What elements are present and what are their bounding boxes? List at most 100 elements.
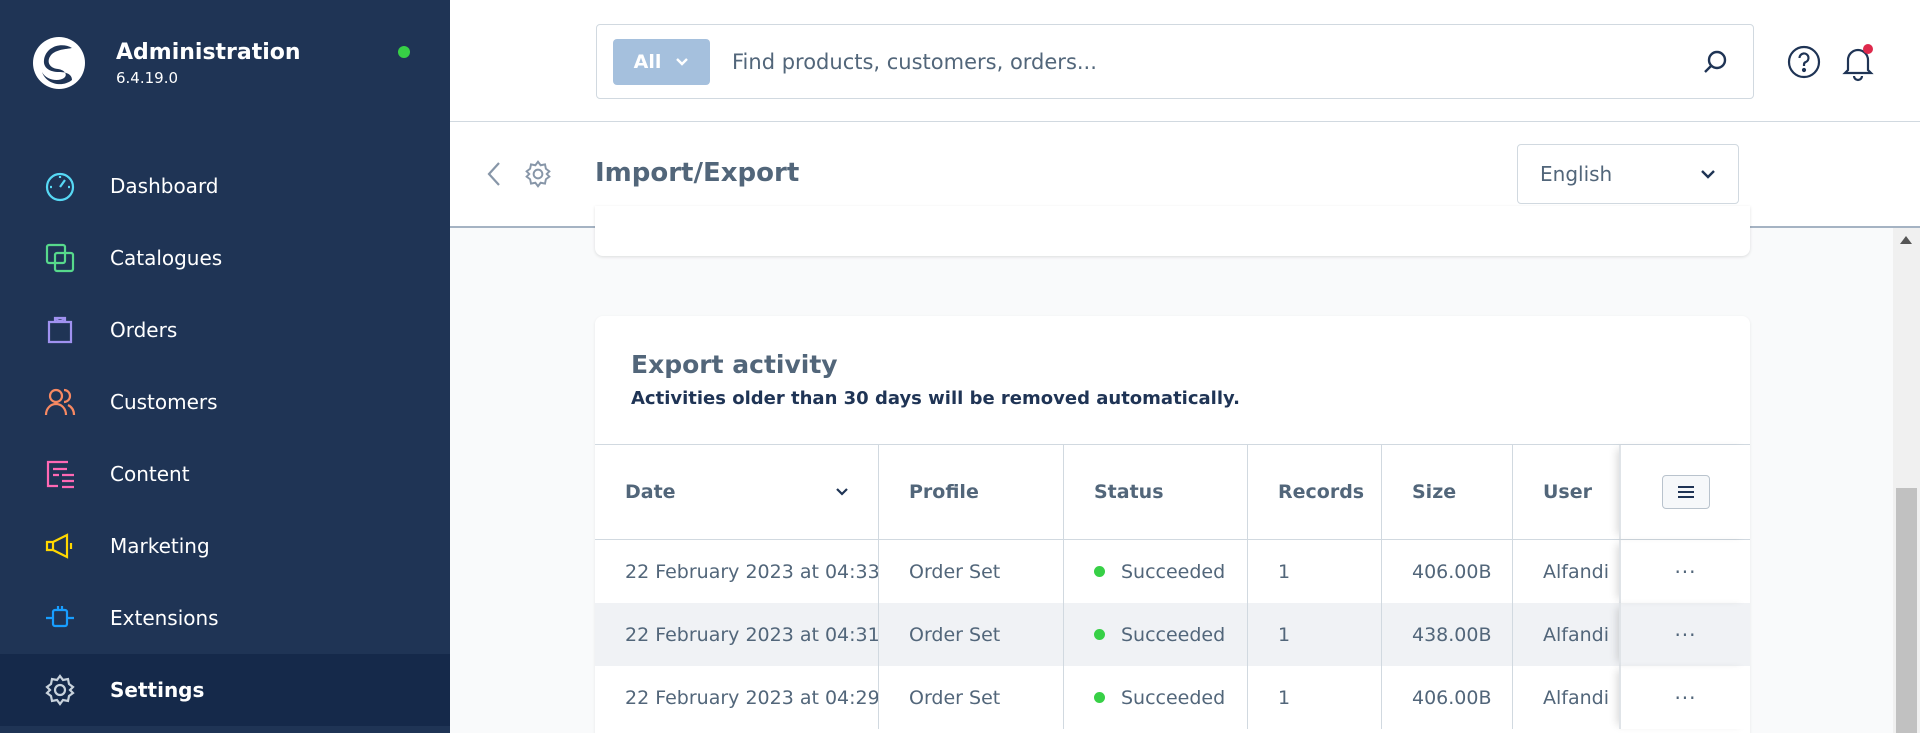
help-button[interactable] <box>1786 44 1822 80</box>
grid-settings-cell <box>1619 445 1750 539</box>
language-value: English <box>1540 162 1613 186</box>
page-title: Import/Export <box>595 158 800 188</box>
sidebar-item-dashboard[interactable]: Dashboard <box>0 150 450 222</box>
table-row[interactable]: 22 February 2023 at 04:31 Order Set Succ… <box>595 603 1750 666</box>
more-actions-icon: ··· <box>1674 622 1697 647</box>
help-icon <box>1787 45 1821 79</box>
cell-date: 22 February 2023 at 04:33 <box>595 540 879 603</box>
sidebar-item-settings[interactable]: Settings <box>0 654 450 726</box>
grid-settings-button[interactable] <box>1661 475 1710 509</box>
sidebar-item-label: Orders <box>110 318 178 342</box>
chevron-down-icon <box>1701 170 1715 179</box>
column-header-status[interactable]: Status <box>1064 445 1248 539</box>
sidebar-item-content[interactable]: Content <box>0 438 450 510</box>
back-button[interactable] <box>482 158 506 190</box>
card-subtitle: Activities older than 30 days will be re… <box>631 388 1240 409</box>
sidebar-item-catalogues[interactable]: Catalogues <box>0 222 450 294</box>
marketing-icon <box>42 528 78 564</box>
cell-user: Alfandi <box>1543 560 1609 583</box>
sidebar-item-label: Settings <box>110 678 205 702</box>
sidebar-item-label: Customers <box>110 390 218 414</box>
table-row[interactable]: 22 February 2023 at 04:29 Order Set Succ… <box>595 666 1750 729</box>
card-title: Export activity <box>631 350 838 379</box>
orders-icon <box>42 312 78 348</box>
row-actions-button[interactable]: ··· <box>1619 666 1750 729</box>
catalogues-icon <box>42 240 78 276</box>
cell-status: Succeeded <box>1064 540 1248 603</box>
sidebar: Administration 6.4.19.0 Dashboard Catalo… <box>0 0 450 733</box>
brand-version: 6.4.19.0 <box>116 69 179 87</box>
cell-status: Succeeded <box>1064 666 1248 729</box>
column-header-user[interactable]: User <box>1513 445 1619 539</box>
column-label: Size <box>1412 481 1457 503</box>
column-header-records[interactable]: Records <box>1248 445 1382 539</box>
chevron-left-icon <box>487 162 500 186</box>
row-actions-button[interactable]: ··· <box>1619 540 1750 603</box>
more-actions-icon: ··· <box>1674 685 1697 710</box>
previous-card <box>595 206 1750 256</box>
column-label: Records <box>1278 481 1365 503</box>
sidebar-item-customers[interactable]: Customers <box>0 366 450 438</box>
status-success-indicator <box>1094 566 1105 577</box>
row-actions-button[interactable]: ··· <box>1619 603 1750 666</box>
content-icon <box>42 456 78 492</box>
scrollbar-thumb[interactable] <box>1896 488 1917 733</box>
cell-size: 438.00B <box>1382 603 1513 666</box>
customers-icon <box>42 384 78 420</box>
list-settings-icon <box>1677 486 1694 498</box>
cell-records: 1 <box>1248 540 1382 603</box>
status-success-indicator <box>1094 692 1105 703</box>
export-activity-card: Export activity Activities older than 30… <box>595 316 1750 733</box>
cell-user: Alfandi <box>1543 686 1609 709</box>
notifications-button[interactable] <box>1840 42 1876 82</box>
scroll-up-arrow-icon[interactable] <box>1900 236 1912 244</box>
cell-date: 22 February 2023 at 04:31 <box>595 603 879 666</box>
main-navigation: Dashboard Catalogues Orders Customers Co… <box>0 150 450 726</box>
column-header-size[interactable]: Size <box>1382 445 1513 539</box>
dashboard-icon <box>42 168 78 204</box>
sidebar-item-extensions[interactable]: Extensions <box>0 582 450 654</box>
bell-icon <box>1842 44 1874 82</box>
settings-module-icon <box>524 160 552 188</box>
status-label: Succeeded <box>1121 560 1226 583</box>
extensions-icon <box>42 600 78 636</box>
column-header-profile[interactable]: Profile <box>879 445 1064 539</box>
status-success-indicator <box>1094 629 1105 640</box>
cell-user: Alfandi <box>1543 623 1609 646</box>
search-button[interactable] <box>1695 42 1735 82</box>
cell-records: 1 <box>1248 603 1382 666</box>
grid-header: Date Profile Status Records Size User <box>595 444 1750 540</box>
status-label: Succeeded <box>1121 686 1226 709</box>
status-label: Succeeded <box>1121 623 1226 646</box>
language-select[interactable]: English <box>1517 144 1739 204</box>
search-icon <box>1704 50 1727 73</box>
top-bar: All <box>450 0 1920 122</box>
table-row[interactable]: 22 February 2023 at 04:33 Order Set Succ… <box>595 540 1750 603</box>
search-type-dropdown[interactable]: All <box>613 38 710 85</box>
export-activity-grid: Date Profile Status Records Size User 22… <box>595 444 1750 729</box>
column-label: User <box>1543 481 1592 503</box>
search-type-label: All <box>633 50 662 73</box>
column-header-date[interactable]: Date <box>595 445 879 539</box>
cell-size: 406.00B <box>1382 540 1513 603</box>
brand[interactable]: Administration 6.4.19.0 <box>32 36 301 90</box>
column-label: Status <box>1094 481 1164 503</box>
cell-profile: Order Set <box>879 666 1064 729</box>
online-status-indicator <box>398 46 410 58</box>
cell-profile: Order Set <box>879 540 1064 603</box>
shopware-logo-icon <box>33 37 85 89</box>
sort-descending-icon <box>836 488 848 496</box>
global-search: All <box>596 24 1754 99</box>
content-scrollbar[interactable] <box>1893 228 1920 733</box>
cell-records: 1 <box>1248 666 1382 729</box>
more-actions-icon: ··· <box>1674 559 1697 584</box>
sidebar-item-label: Dashboard <box>110 174 219 198</box>
settings-icon <box>42 672 78 708</box>
brand-title: Administration <box>116 40 301 65</box>
cell-profile: Order Set <box>879 603 1064 666</box>
sidebar-item-marketing[interactable]: Marketing <box>0 510 450 582</box>
cell-date: 22 February 2023 at 04:29 <box>595 666 879 729</box>
column-label: Profile <box>909 481 979 503</box>
sidebar-item-orders[interactable]: Orders <box>0 294 450 366</box>
search-input[interactable] <box>732 49 1695 74</box>
